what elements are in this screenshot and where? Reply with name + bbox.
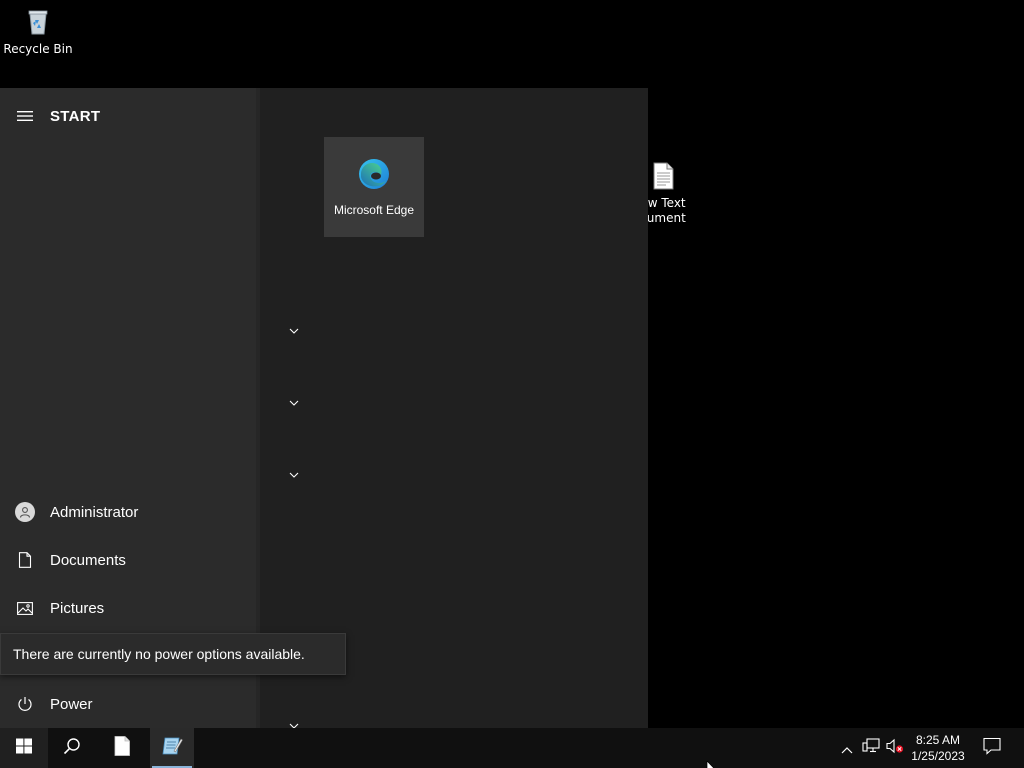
tile-label: Microsoft Edge xyxy=(333,203,415,217)
start-menu-title: START xyxy=(50,107,101,125)
clock-date: 1/25/2023 xyxy=(911,749,965,763)
search-icon xyxy=(63,737,81,759)
chevron-up-icon xyxy=(841,739,853,758)
power-icon xyxy=(0,680,50,728)
power-button[interactable]: Power xyxy=(0,680,256,728)
tile-group-chevron[interactable] xyxy=(286,464,302,480)
user-avatar-icon xyxy=(15,502,35,522)
start-menu-header: START xyxy=(0,88,256,144)
chevron-down-icon xyxy=(289,319,299,338)
taskbar: 8:25 AM 1/25/2023 xyxy=(0,728,1024,768)
show-hidden-icons-button[interactable] xyxy=(836,728,858,768)
pictures-label: Pictures xyxy=(50,599,105,617)
windows-logo-icon xyxy=(16,738,32,758)
user-account-label: Administrator xyxy=(50,503,139,521)
recycle-bin-label: Recycle Bin xyxy=(3,42,73,56)
chevron-down-icon xyxy=(289,463,299,482)
edge-icon xyxy=(357,157,391,195)
search-button[interactable] xyxy=(48,728,96,768)
power-label: Power xyxy=(50,695,93,713)
blank-file-icon xyxy=(114,736,130,760)
clock-time: 8:25 AM xyxy=(915,733,961,747)
tile-group-chevron[interactable] xyxy=(286,320,302,336)
mouse-cursor xyxy=(706,758,718,768)
tile-group-chevron[interactable] xyxy=(286,392,302,408)
document-icon xyxy=(0,536,50,584)
start-button[interactable] xyxy=(0,728,48,768)
chevron-down-icon xyxy=(289,391,299,410)
recycle-bin-icon xyxy=(0,6,76,40)
user-account-button[interactable]: Administrator xyxy=(0,488,256,536)
network-icon xyxy=(862,738,880,758)
volume-button[interactable] xyxy=(884,728,906,768)
hamburger-menu-button[interactable] xyxy=(0,88,50,144)
volume-muted-icon xyxy=(886,738,904,758)
action-center-button[interactable] xyxy=(978,728,1006,768)
hamburger-icon xyxy=(17,107,33,126)
pictures-icon xyxy=(0,584,50,632)
start-menu: START Administrator Documents Pictures P… xyxy=(0,88,648,729)
network-status-button[interactable] xyxy=(860,728,882,768)
recycle-bin-desktop-icon[interactable]: Recycle Bin xyxy=(0,6,76,57)
power-options-tooltip: There are currently no power options ava… xyxy=(0,633,346,675)
pictures-button[interactable]: Pictures xyxy=(0,584,256,632)
start-menu-left-pane: START Administrator Documents Pictures P… xyxy=(0,88,256,728)
taskbar-file-app[interactable] xyxy=(98,728,146,768)
tile-microsoft-edge[interactable]: Microsoft Edge xyxy=(324,137,424,237)
taskbar-clock[interactable]: 8:25 AM 1/25/2023 xyxy=(906,728,970,768)
documents-label: Documents xyxy=(50,551,126,569)
start-menu-divider xyxy=(256,88,260,728)
documents-button[interactable]: Documents xyxy=(0,536,256,584)
tooltip-text: There are currently no power options ava… xyxy=(13,646,305,662)
taskbar-notepad-app[interactable] xyxy=(150,728,194,768)
notification-icon xyxy=(983,737,1001,759)
notepad-icon xyxy=(161,736,183,760)
